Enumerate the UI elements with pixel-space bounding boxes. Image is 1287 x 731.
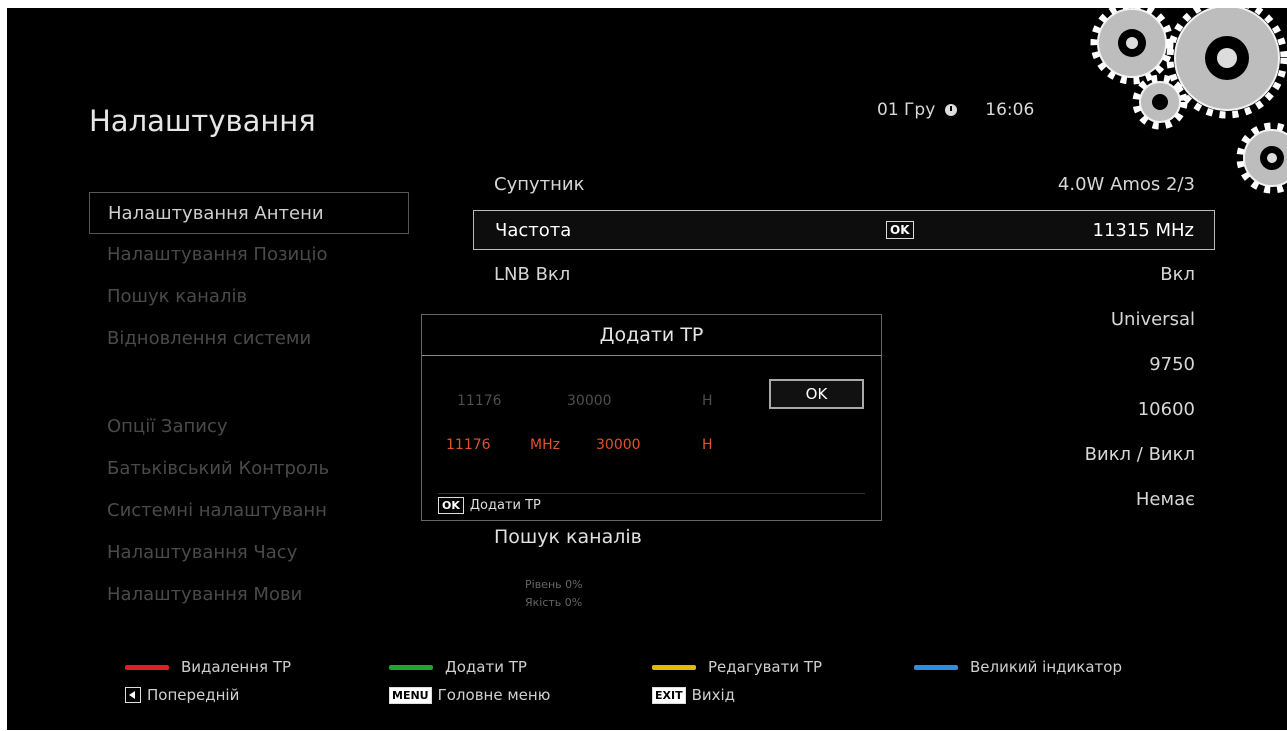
frequency-input[interactable]: 11176 <box>446 437 491 453</box>
time-label: 16:06 <box>985 100 1035 120</box>
legend-green[interactable]: Додати TP <box>389 658 527 676</box>
menu-key-icon: MENU <box>389 686 432 704</box>
menu-item-antenna[interactable]: Налаштування Антени <box>89 192 409 234</box>
setting-row-lnb-power[interactable]: LNB Вкл Вкл <box>473 252 1215 297</box>
dialog-hint: OK Додати TP <box>438 497 541 514</box>
prev-symbol-rate: 30000 <box>567 393 612 409</box>
setting-value: Немає <box>1135 489 1195 510</box>
legend-previous[interactable]: Попередній <box>125 686 239 704</box>
legend-yellow-label: Редагувати TP <box>708 658 823 676</box>
clock-icon <box>945 104 958 116</box>
menu-item-language-settings[interactable]: Налаштування Мови <box>89 574 409 616</box>
legend-blue[interactable]: Великий індикатор <box>914 658 1122 676</box>
page-title: Налаштування <box>89 104 316 138</box>
hint-label: Додати TP <box>469 498 541 513</box>
left-arrow-key-icon <box>125 687 141 703</box>
dialog-title: Додати TP <box>422 315 881 356</box>
legend-exit-label: Вихід <box>691 686 736 704</box>
legend-yellow[interactable]: Редагувати TP <box>652 658 822 676</box>
ok-key-badge: OK <box>886 221 914 239</box>
legend-red[interactable]: Видалення TP <box>125 658 291 676</box>
ok-button[interactable]: OK <box>769 379 864 409</box>
legend-red-label: Видалення TP <box>181 658 292 676</box>
legend-menu-label: Головне меню <box>437 686 551 704</box>
signal-level: Рівень 0% <box>525 578 583 591</box>
tv-screen: Налаштування 01 Гру 16:06 Налаштування А… <box>7 8 1287 730</box>
red-key-icon <box>125 664 169 670</box>
menu-item-channel-search[interactable]: Пошук каналів <box>89 276 409 318</box>
setting-label: LNB Вкл <box>494 264 571 285</box>
setting-row-satellite[interactable]: Супутник 4.0W Amos 2/3 <box>473 162 1215 207</box>
date-label: 01 Гру <box>877 100 936 120</box>
yellow-key-icon <box>652 664 696 670</box>
menu-item-system-settings[interactable]: Системні налаштуванн <box>89 490 409 532</box>
legend-blue-label: Великий індикатор <box>970 658 1122 676</box>
settings-menu: Налаштування Антени Налаштування Позиціо… <box>89 192 409 616</box>
menu-item-parental-control[interactable]: Батьківський Контроль <box>89 448 409 490</box>
divider <box>438 493 865 494</box>
menu-item-record-options[interactable]: Опції Запису <box>89 406 409 448</box>
legend-prev-label: Попередній <box>147 686 240 704</box>
prev-frequency: 11176 <box>457 393 502 409</box>
blue-key-icon <box>914 664 958 670</box>
menu-item-positioner[interactable]: Налаштування Позиціо <box>89 234 409 276</box>
polarization-input[interactable]: H <box>702 437 713 453</box>
signal-quality: Якість 0% <box>525 596 583 609</box>
symbol-rate-input[interactable]: 30000 <box>596 437 641 453</box>
setting-row-frequency[interactable]: Частота OK 11315 MHz <box>473 210 1215 250</box>
menu-item-time-settings[interactable]: Налаштування Часу <box>89 532 409 574</box>
frequency-unit: MHz <box>530 437 560 453</box>
setting-value: Universal <box>1110 309 1195 330</box>
setting-value: 4.0W Amos 2/3 <box>1057 174 1195 195</box>
prev-polarization: H <box>702 393 713 409</box>
date-time: 01 Гру 16:06 <box>877 100 1034 120</box>
setting-label: Частота <box>495 219 572 241</box>
setting-label: Супутник <box>494 174 585 195</box>
setting-value: Викл / Викл <box>1084 444 1195 465</box>
legend-menu[interactable]: MENU Головне меню <box>389 686 550 704</box>
setting-value: Вкл <box>1160 264 1195 285</box>
channel-search-button[interactable]: Пошук каналів <box>494 526 642 548</box>
green-key-icon <box>389 664 433 670</box>
ok-key-icon: OK <box>438 497 464 514</box>
legend-green-label: Додати TP <box>445 658 527 676</box>
legend-exit[interactable]: EXIT Вихід <box>652 686 735 704</box>
setting-value: 9750 <box>1149 354 1195 375</box>
add-tp-dialog: Додати TP 11176 30000 H 11176 MHz 30000 … <box>421 314 882 521</box>
setting-value: 11315 MHz <box>1092 219 1195 241</box>
exit-key-icon: EXIT <box>652 686 686 704</box>
setting-value: 10600 <box>1137 399 1195 420</box>
menu-item-system-restore[interactable]: Відновлення системи <box>89 318 409 360</box>
